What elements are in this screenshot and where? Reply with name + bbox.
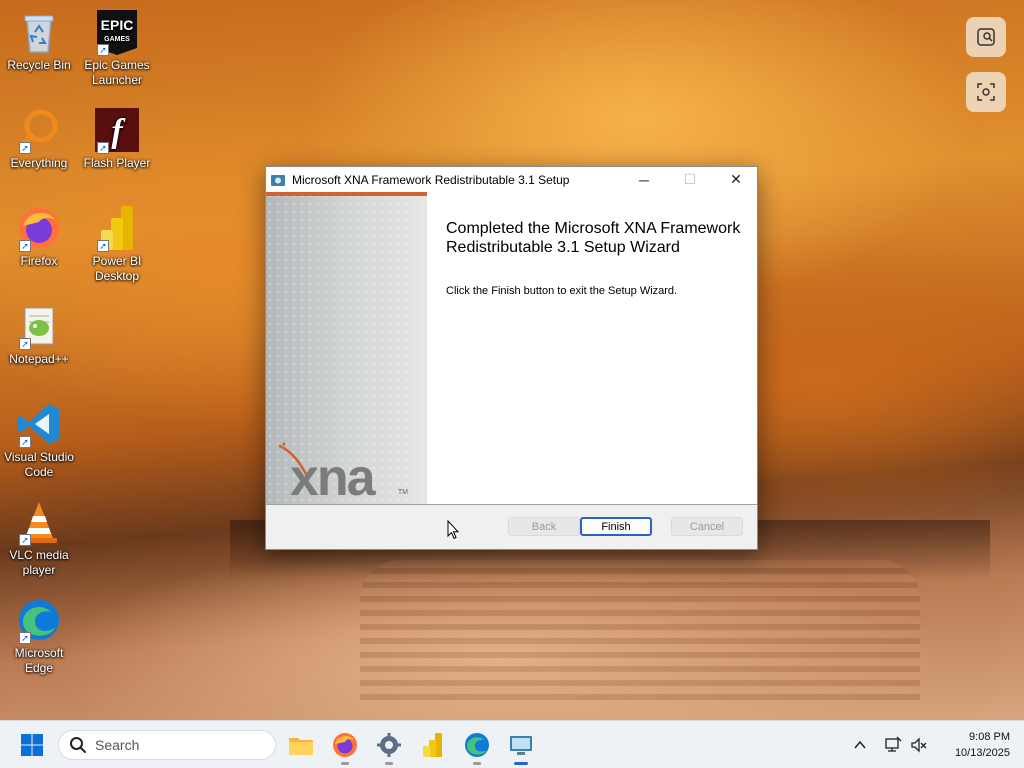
- notepadpp-icon: ➚: [15, 302, 63, 350]
- network-icon: [885, 736, 902, 752]
- dialog-titlebar[interactable]: Microsoft XNA Framework Redistributable …: [266, 167, 757, 192]
- power-bi-icon: [423, 733, 442, 757]
- taskbar-settings[interactable]: [375, 731, 403, 765]
- power-bi-icon: ➚: [93, 204, 141, 252]
- desktop-icon-label: Everything: [10, 156, 68, 170]
- shortcut-arrow-icon: ➚: [97, 44, 109, 56]
- banner-accent-line: [266, 192, 427, 196]
- minimize-button[interactable]: ─: [621, 167, 667, 192]
- desktop-icon-everything[interactable]: ➚ Everything: [0, 106, 78, 171]
- xna-logo: xna TM: [278, 442, 414, 507]
- shortcut-arrow-icon: ➚: [97, 142, 109, 154]
- wizard-instructions: Click the Finish button to exit the Setu…: [446, 285, 678, 297]
- shortcut-arrow-icon: ➚: [97, 240, 109, 252]
- volume-muted-icon: [911, 737, 927, 753]
- file-explorer-icon: [289, 738, 313, 755]
- shortcut-arrow-icon: ➚: [19, 338, 31, 350]
- desktop-icon-flash-player[interactable]: f ➚ Flash Player: [78, 106, 156, 171]
- back-button: Back: [508, 517, 580, 536]
- finish-button[interactable]: Finish: [580, 517, 652, 536]
- desktop-icon-label: Power BI Desktop: [92, 254, 142, 283]
- tray-network[interactable]: [884, 721, 902, 768]
- desktop-icon-vscode[interactable]: ➚ Visual Studio Code: [0, 400, 78, 480]
- shortcut-arrow-icon: ➚: [19, 534, 31, 546]
- image-search-icon: [977, 28, 995, 46]
- firefox-icon: ➚: [15, 204, 63, 252]
- search-placeholder: Search: [95, 737, 140, 753]
- start-button[interactable]: [20, 733, 44, 757]
- screen-capture-button[interactable]: [966, 72, 1006, 112]
- running-indicator: [473, 762, 481, 765]
- installer-icon: [270, 172, 286, 188]
- screen-capture-icon: [977, 83, 995, 101]
- desktop-icon-vlc[interactable]: ➚ VLC media player: [0, 498, 78, 578]
- desktop-icon-power-bi[interactable]: ➚ Power BI Desktop: [78, 204, 156, 284]
- desktop-icon-firefox[interactable]: ➚ Firefox: [0, 204, 78, 269]
- desktop-icon-edge[interactable]: ➚ Microsoft Edge: [0, 596, 78, 676]
- clock-time: 9:08 PM: [969, 731, 1010, 743]
- svg-text:GAMES: GAMES: [104, 36, 130, 43]
- everything-search-icon: ➚: [15, 106, 63, 154]
- tray-overflow-button[interactable]: [852, 721, 868, 768]
- remote-desktop-icon: [510, 736, 532, 755]
- desktop-icon-epic-games[interactable]: EPIC GAMES ➚ Epic Games Launcher: [78, 8, 156, 88]
- vscode-icon: ➚: [15, 400, 63, 448]
- desktop-icon-label: Recycle Bin: [7, 58, 71, 72]
- taskbar-firefox[interactable]: [331, 731, 359, 765]
- settings-icon: [377, 733, 401, 757]
- epic-games-icon: EPIC GAMES ➚: [93, 8, 141, 56]
- firefox-icon: [333, 733, 357, 757]
- recycle-bin-icon: [15, 8, 63, 56]
- cancel-button: Cancel: [671, 517, 743, 536]
- flash-player-icon: f ➚: [93, 106, 141, 154]
- desktop-icon-label: Notepad++: [9, 352, 69, 366]
- desktop-icon-recycle-bin[interactable]: Recycle Bin: [0, 8, 78, 73]
- desktop-icon-label: Firefox: [20, 254, 58, 268]
- wizard-content: xna TM Completed the Microsoft XNA Frame…: [266, 192, 757, 504]
- maximize-button: ☐: [683, 171, 697, 187]
- shortcut-arrow-icon: ➚: [19, 142, 31, 154]
- close-button[interactable]: ✕: [713, 167, 759, 192]
- desktop-icon-label: Epic Games Launcher: [84, 58, 150, 87]
- vlc-icon: ➚: [15, 498, 63, 546]
- setup-dialog: Microsoft XNA Framework Redistributable …: [265, 166, 758, 550]
- desktop-icon-label: Flash Player: [83, 156, 151, 170]
- active-indicator: [514, 762, 528, 765]
- taskbar-power-bi[interactable]: [419, 731, 447, 759]
- desktop-icon-notepadpp[interactable]: ➚ Notepad++: [0, 302, 78, 367]
- tray-volume[interactable]: [910, 721, 928, 768]
- desktop-icon-label: Microsoft Edge: [14, 646, 64, 675]
- shortcut-arrow-icon: ➚: [19, 436, 31, 448]
- svg-text:EPIC: EPIC: [101, 17, 134, 33]
- taskbar: Search 9:08 PM 10/13/2025: [0, 720, 1024, 768]
- mouse-cursor-icon: [447, 520, 459, 540]
- running-indicator: [385, 762, 393, 765]
- xna-logo-text: xna: [290, 449, 376, 507]
- wallpaper-ruins: [360, 560, 920, 700]
- clock-date: 10/13/2025: [954, 747, 1010, 759]
- search-icon: [69, 736, 87, 754]
- wizard-side-banner: xna TM: [266, 192, 427, 504]
- button-divider: [266, 504, 757, 505]
- desktop-icon-label: Visual Studio Code: [4, 450, 74, 479]
- desktop-icon-label: VLC media player: [9, 548, 69, 577]
- trademark-mark: TM: [397, 489, 408, 496]
- taskbar-search[interactable]: Search: [58, 730, 276, 760]
- running-indicator: [341, 762, 349, 765]
- taskbar-installer[interactable]: [507, 731, 535, 765]
- edge-icon: ➚: [15, 596, 63, 644]
- taskbar-clock[interactable]: 9:08 PM 10/13/2025: [940, 729, 1010, 761]
- wizard-heading: Completed the Microsoft XNA Framework Re…: [446, 220, 741, 256]
- dialog-title: Microsoft XNA Framework Redistributable …: [292, 172, 570, 187]
- shortcut-arrow-icon: ➚: [19, 240, 31, 252]
- taskbar-file-explorer[interactable]: [287, 731, 315, 759]
- taskbar-edge[interactable]: [463, 731, 491, 765]
- windows-logo-icon: [21, 734, 43, 756]
- shortcut-arrow-icon: ➚: [19, 632, 31, 644]
- image-search-button[interactable]: [966, 17, 1006, 57]
- edge-icon: [465, 733, 489, 757]
- chevron-up-icon: [854, 740, 866, 749]
